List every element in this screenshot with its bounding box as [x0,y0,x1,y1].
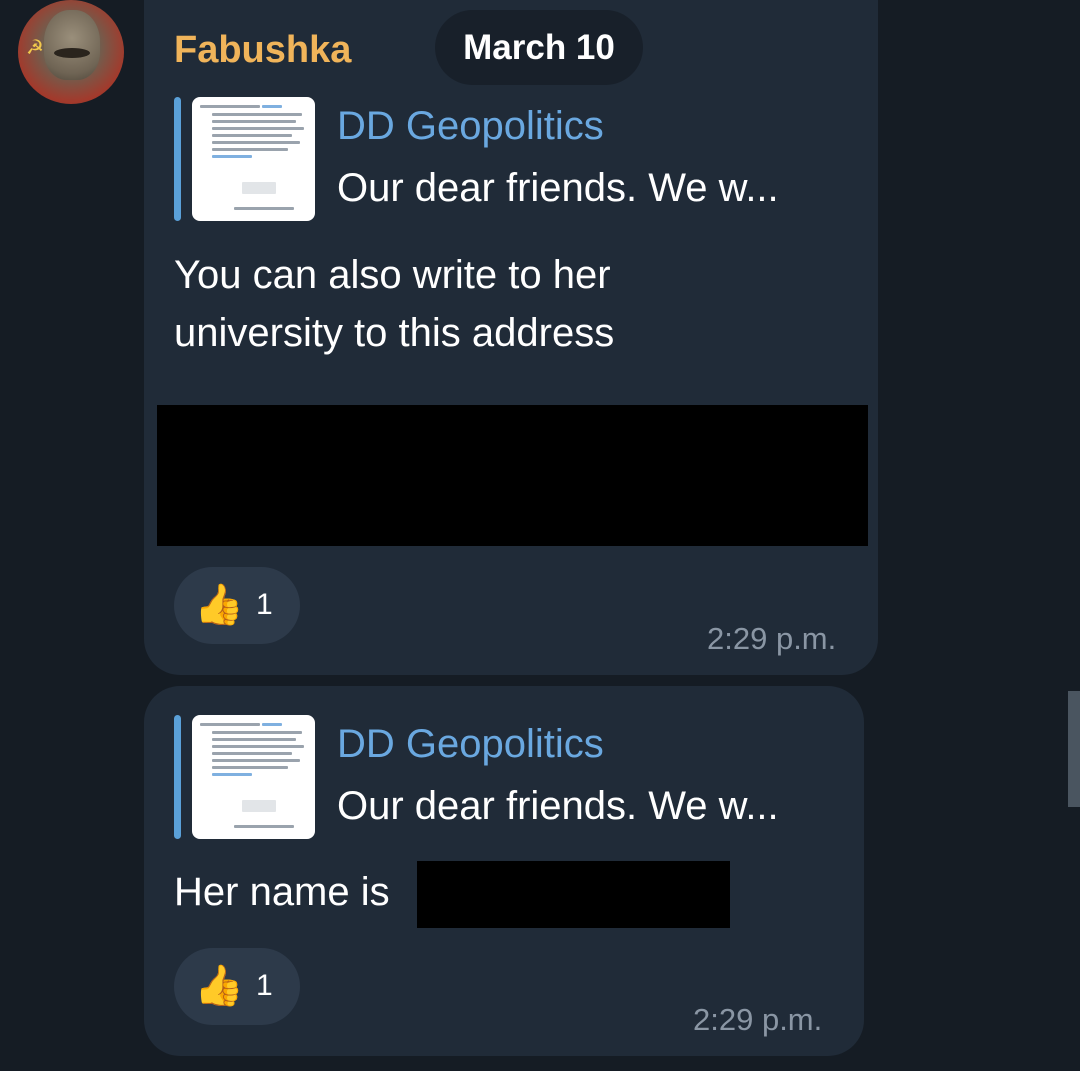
quote-preview: Our dear friends. We w... [337,784,779,828]
quote-thumbnail [192,715,315,839]
quote-accent-bar [174,97,181,221]
reaction-count: 1 [256,969,273,1002]
message-time: 2:29 p.m. [707,621,837,656]
quote-preview: Our dear friends. We w... [337,166,779,210]
quote-title: DD Geopolitics [337,104,604,148]
sender-avatar[interactable]: ☭ [18,0,124,104]
reaction-count: 1 [256,588,273,621]
redacted-block [157,405,868,546]
message-text: Her name is [174,870,390,914]
quote-accent-bar [174,715,181,839]
reply-quote[interactable]: DD Geopolitics Our dear friends. We w... [174,97,834,221]
reaction-chip[interactable]: 👍 1 [174,948,300,1025]
sender-name[interactable]: Fabushka [174,25,351,75]
thumbs-up-icon: 👍 [194,964,244,1008]
redacted-name [417,861,730,928]
quote-title: DD Geopolitics [337,722,604,766]
message-text: You can also write to her university to … [174,253,615,355]
thumbs-up-icon: 👍 [194,583,244,627]
scrollbar[interactable] [1068,691,1080,807]
hammer-sickle-icon: ☭ [26,37,44,59]
avatar-mustache [54,48,90,58]
date-separator: March 10 [435,10,643,85]
message-time: 2:29 p.m. [693,1002,823,1037]
reaction-chip[interactable]: 👍 1 [174,567,300,644]
quote-thumbnail [192,97,315,221]
avatar-cat-face [44,10,100,80]
reply-quote[interactable]: DD Geopolitics Our dear friends. We w... [174,715,834,839]
